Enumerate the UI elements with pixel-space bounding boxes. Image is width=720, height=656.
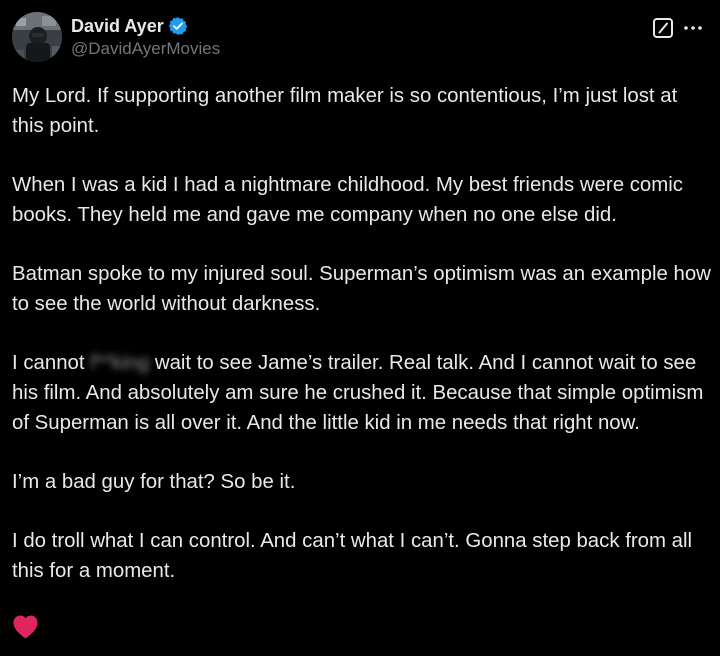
post-paragraph-3: Batman spoke to my injured soul. Superma… (12, 263, 711, 315)
author-handle[interactable]: @DavidAyerMovies (71, 39, 220, 59)
red-heart-icon (12, 614, 39, 640)
post-paragraph-6: I do troll what I can control. And can’t… (12, 530, 693, 582)
verified-badge-icon[interactable] (168, 16, 188, 36)
display-name-row: David Ayer (71, 14, 220, 38)
censored-word: f**king (90, 352, 150, 374)
author-block: David Ayer @DavidAyerMovies (71, 14, 220, 59)
post-paragraph-4: I cannot f**king wait to see Jame’s trai… (12, 348, 712, 438)
avatar[interactable] (12, 12, 62, 62)
display-name[interactable]: David Ayer (71, 16, 164, 37)
post-card: David Ayer @DavidAyerMovies My Lord. If … (0, 0, 720, 656)
more-dots-icon[interactable] (680, 17, 706, 39)
post-paragraph-5: I’m a bad guy for that? So be it. (12, 471, 296, 493)
post-paragraph-2: When I was a kid I had a nightmare child… (12, 174, 683, 226)
post-paragraph-1: My Lord. If supporting another film make… (12, 85, 678, 137)
post-paragraph-4-start: I cannot (12, 352, 91, 374)
post-header: David Ayer @DavidAyerMovies (12, 12, 708, 68)
avatar-image (12, 12, 62, 62)
slash-box-icon[interactable] (652, 17, 674, 39)
post-text: My Lord. If supporting another film make… (12, 81, 712, 586)
